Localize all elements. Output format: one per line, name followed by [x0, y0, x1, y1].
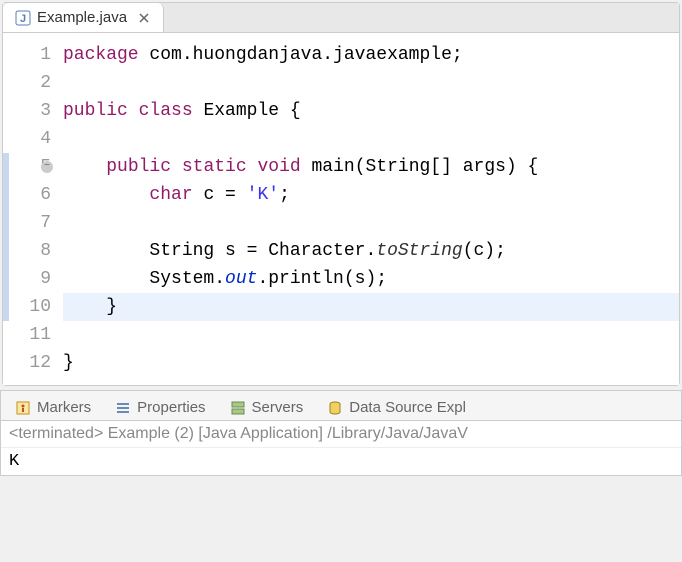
- console-status: <terminated> Example (2) [Java Applicati…: [1, 421, 681, 448]
- tab-bar: J Example.java: [3, 3, 679, 33]
- fold-icon[interactable]: −: [41, 161, 53, 173]
- panel-tab-servers[interactable]: Servers: [220, 395, 314, 420]
- code-line[interactable]: public static void main(String[] args) {: [63, 153, 679, 181]
- code-line[interactable]: System.out.println(s);: [63, 265, 679, 293]
- code-line[interactable]: }: [63, 293, 679, 321]
- markers-icon: [15, 400, 31, 416]
- change-marker: [3, 293, 9, 321]
- change-marker: [3, 265, 9, 293]
- code-line[interactable]: char c = 'K';: [63, 181, 679, 209]
- panel-tab-label: Data Source Expl: [349, 399, 466, 416]
- panel-tab-datasource[interactable]: Data Source Expl: [317, 395, 476, 420]
- panel-tab-bar: Markers Properties Servers Data Source Expl: [1, 391, 681, 421]
- properties-icon: [115, 400, 131, 416]
- code-line[interactable]: package com.huongdanjava.javaexample;: [63, 41, 679, 69]
- code-line[interactable]: public class Example {: [63, 97, 679, 125]
- code-line[interactable]: }: [63, 349, 679, 377]
- close-icon[interactable]: [137, 11, 151, 25]
- panel-tab-markers[interactable]: Markers: [5, 395, 101, 420]
- line-number: 11: [3, 321, 51, 349]
- change-marker: [3, 209, 9, 237]
- line-number: 5−: [3, 153, 51, 181]
- code-line[interactable]: [63, 209, 679, 237]
- java-file-icon: J: [15, 10, 31, 26]
- panel-tab-properties[interactable]: Properties: [105, 395, 215, 420]
- editor-area: J Example.java 12345−6789101112 package …: [2, 2, 680, 386]
- servers-icon: [230, 400, 246, 416]
- tab-label: Example.java: [37, 9, 127, 26]
- panel-tab-label: Properties: [137, 399, 205, 416]
- line-number: 6: [3, 181, 51, 209]
- code-line[interactable]: [63, 321, 679, 349]
- change-marker: [3, 237, 9, 265]
- code-editor[interactable]: 12345−6789101112 package com.huongdanjav…: [3, 33, 679, 385]
- panel-tab-label: Markers: [37, 399, 91, 416]
- editor-tab[interactable]: J Example.java: [3, 3, 164, 32]
- svg-text:J: J: [20, 13, 26, 25]
- line-number: 8: [3, 237, 51, 265]
- code-line[interactable]: String s = Character.toString(c);: [63, 237, 679, 265]
- line-number-gutter: 12345−6789101112: [3, 41, 63, 377]
- change-marker: [3, 181, 9, 209]
- line-number: 4: [3, 125, 51, 153]
- datasource-icon: [327, 400, 343, 416]
- code-content[interactable]: package com.huongdanjava.javaexample; pub…: [63, 41, 679, 377]
- line-number: 12: [3, 349, 51, 377]
- bottom-panel: Markers Properties Servers Data Source Expl…: [0, 390, 682, 476]
- line-number: 9: [3, 265, 51, 293]
- line-number: 7: [3, 209, 51, 237]
- line-number: 3: [3, 97, 51, 125]
- panel-tab-label: Servers: [252, 399, 304, 416]
- line-number: 2: [3, 69, 51, 97]
- code-line[interactable]: [63, 69, 679, 97]
- line-number: 10: [3, 293, 51, 321]
- console-output: K: [1, 448, 681, 475]
- change-marker: [3, 153, 9, 181]
- code-line[interactable]: [63, 125, 679, 153]
- line-number: 1: [3, 41, 51, 69]
